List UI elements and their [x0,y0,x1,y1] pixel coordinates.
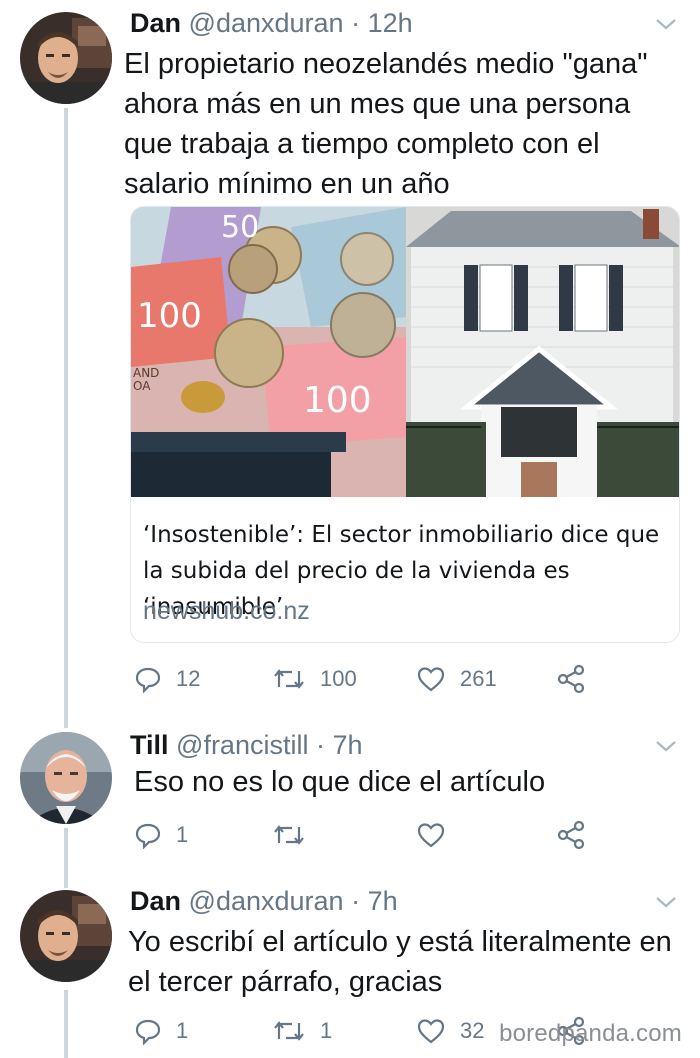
reply-button[interactable]: 12 [134,662,200,696]
tweet-text: Eso no es lo que dice el artículo [134,766,546,798]
tweet[interactable]: Till @francistill · 7h Eso no es lo que … [0,720,700,880]
like-count: 32 [460,1018,485,1043]
like-icon [416,665,446,693]
separator: · [315,730,325,760]
retweet-button[interactable]: 100 [272,662,357,696]
separator: · [351,886,361,916]
reply-icon [134,821,162,849]
tweet-actions: 1 [130,818,600,852]
like-count: 261 [460,666,497,691]
share-icon [556,664,586,694]
svg-text:100: 100 [303,380,372,421]
tweet-text: El propietario neozelandés medio "gana" … [124,48,648,200]
reply-count: 1 [176,1018,189,1043]
like-icon [416,821,446,849]
card-image: 100 100 50 AND OA [131,207,679,497]
tweet[interactable]: Dan @danxduran · 12h El propietario neoz… [0,0,700,715]
retweet-icon [272,1017,306,1045]
reply-count: 12 [176,666,201,691]
card-domain[interactable]: newshub.co.nz [143,597,310,626]
svg-text:50: 50 [221,210,259,245]
share-button[interactable] [556,818,586,852]
svg-text:AND: AND [133,366,159,380]
chevron-down-icon[interactable] [654,738,678,759]
tweet-text: Yo escribí el artículo y está literalmen… [128,926,672,998]
retweet-icon [272,665,306,693]
like-button[interactable]: 32 [416,1014,484,1048]
user-handle[interactable]: @danxduran [189,886,344,916]
reply-icon [134,665,162,693]
like-button[interactable]: 261 [416,662,497,696]
tweet-actions: 12 100 261 [130,662,600,696]
share-button[interactable] [556,662,586,696]
reply-button[interactable]: 1 [134,818,188,852]
link-card[interactable]: 100 100 50 AND OA ‘Insostenible’: El sec… [130,206,680,643]
user-handle[interactable]: @danxduran [189,8,344,38]
timestamp[interactable]: 7h [333,730,363,760]
like-button[interactable] [416,818,446,852]
avatar[interactable] [20,12,112,104]
tweet-header: Till @francistill · 7h [130,730,363,761]
share-icon [556,820,586,850]
avatar[interactable] [20,732,112,824]
display-name[interactable]: Dan [130,8,181,38]
reply-count: 1 [176,822,189,847]
retweet-button[interactable] [272,818,306,852]
tweet-header: Dan @danxduran · 7h [130,886,398,917]
chevron-down-icon[interactable] [654,894,678,915]
timestamp[interactable]: 12h [368,8,413,38]
reply-icon [134,1017,162,1045]
reply-button[interactable]: 1 [134,1014,188,1048]
svg-text:OA: OA [133,379,151,393]
display-name[interactable]: Dan [130,886,181,916]
avatar[interactable] [20,890,112,982]
retweet-icon [272,821,306,849]
svg-text:100: 100 [137,296,202,336]
timestamp[interactable]: 7h [368,886,398,916]
chevron-down-icon[interactable] [654,16,678,37]
display-name[interactable]: Till [130,730,169,760]
retweet-count: 1 [320,1018,333,1043]
like-icon [416,1017,446,1045]
retweet-button[interactable]: 1 [272,1014,332,1048]
separator: · [351,8,361,38]
watermark: boredpanda.com [499,1020,682,1047]
user-handle[interactable]: @francistill [176,730,308,760]
tweet-header: Dan @danxduran · 12h [130,8,413,39]
retweet-count: 100 [320,666,357,691]
